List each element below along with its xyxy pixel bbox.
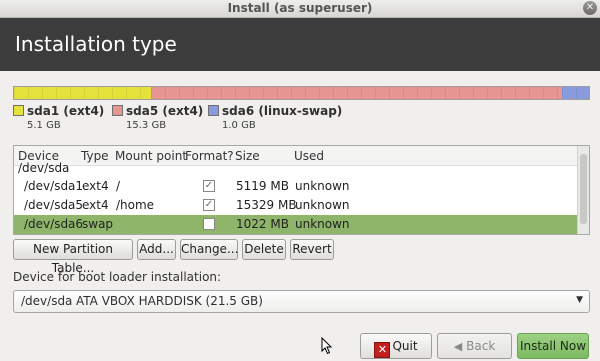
table-row[interactable]: /dev/sda5 ext4 /home ✓ 15329 MB unknown	[14, 196, 577, 215]
bootloader-description: ATA VBOX HARDDISK (21.5 GB)	[76, 294, 263, 308]
disk-segment-sda5	[151, 87, 563, 99]
page-header: Installation type	[0, 18, 600, 71]
table-row[interactable]: /dev/sda1 ext4 / ✓ 5119 MB unknown	[14, 177, 577, 196]
close-icon[interactable]: ✕	[583, 1, 597, 15]
change-partition-button[interactable]: Change...	[180, 239, 238, 260]
format-checkbox[interactable]	[203, 218, 215, 230]
window-title: Install (as superuser)	[227, 1, 373, 15]
column-header-size[interactable]: Size	[235, 149, 260, 163]
cell-used: unknown	[295, 198, 350, 212]
cell-size: 5119 MB	[236, 179, 289, 193]
install-now-button[interactable]: Install Now	[517, 333, 589, 359]
legend-size: 1.0 GB	[222, 120, 256, 131]
mouse-cursor-icon	[321, 337, 333, 355]
legend-size: 5.1 GB	[27, 120, 61, 131]
column-header-format[interactable]: Format?	[185, 149, 234, 163]
cell-size: 15329 MB	[236, 198, 297, 212]
cell-type: ext4	[82, 198, 109, 212]
add-partition-button[interactable]: Add...	[137, 239, 176, 260]
cell-device: /dev/sda1	[24, 179, 84, 193]
window-titlebar: Install (as superuser) ✕	[0, 0, 600, 18]
new-partition-table-button[interactable]: New Partition Table...	[13, 239, 133, 275]
legend-name: sda5 (ext4)	[126, 104, 204, 118]
format-checkbox[interactable]: ✓	[203, 199, 215, 211]
delete-partition-button[interactable]: Delete	[242, 239, 286, 260]
disk-segment-sda6	[562, 87, 589, 99]
cell-mount: /	[116, 179, 121, 193]
cell-device: /dev/sda5	[24, 198, 84, 212]
table-row-selected[interactable]: /dev/sda6 swap 1022 MB unknown	[14, 215, 577, 234]
column-header-mount-point[interactable]: Mount point	[115, 149, 187, 163]
disk-segment-sda1	[14, 87, 152, 99]
legend-size: 15.3 GB	[126, 120, 167, 131]
cell-device: /dev/sda6	[24, 217, 84, 231]
cell-type: swap	[82, 217, 114, 231]
color-swatch	[208, 105, 219, 116]
group-label: /dev/sda	[18, 161, 70, 175]
legend-name: sda6 (linux-swap)	[222, 104, 343, 118]
bootloader-label: Device for boot loader installation:	[13, 270, 222, 284]
quit-label: Quit	[392, 339, 418, 353]
cell-used: unknown	[295, 179, 350, 193]
back-arrow-icon: ◀	[453, 340, 463, 353]
bootloader-device: /dev/sda	[21, 294, 73, 308]
back-button[interactable]: ◀ Back	[437, 333, 512, 359]
back-label: Back	[466, 339, 496, 353]
format-checkbox[interactable]: ✓	[203, 180, 215, 192]
bootloader-device-select[interactable]: /dev/sda ATA VBOX HARDDISK (21.5 GB) ▼	[13, 290, 590, 313]
cell-type: ext4	[82, 179, 109, 193]
cell-size: 1022 MB	[236, 217, 289, 231]
legend-name: sda1 (ext4)	[27, 104, 105, 118]
chevron-down-icon: ▼	[576, 295, 583, 305]
column-header-used[interactable]: Used	[294, 149, 324, 163]
cell-mount: /home	[116, 198, 155, 212]
disk-usage-bar	[13, 86, 590, 100]
color-swatch	[13, 105, 24, 116]
quit-icon: ✕	[374, 342, 391, 358]
column-header-type[interactable]: Type	[81, 149, 109, 163]
revert-button[interactable]: Revert	[290, 239, 334, 260]
cell-used: unknown	[295, 217, 350, 231]
table-scrollbar[interactable]	[577, 146, 589, 234]
partition-table[interactable]: Device Type Mount point Format? Size Use…	[13, 145, 590, 235]
page-title: Installation type	[15, 32, 177, 56]
quit-button[interactable]: ✕ Quit	[360, 333, 432, 359]
scrollbar-thumb[interactable]	[580, 154, 587, 224]
table-group-row[interactable]: /dev/sda	[14, 161, 577, 176]
color-swatch	[112, 105, 123, 116]
